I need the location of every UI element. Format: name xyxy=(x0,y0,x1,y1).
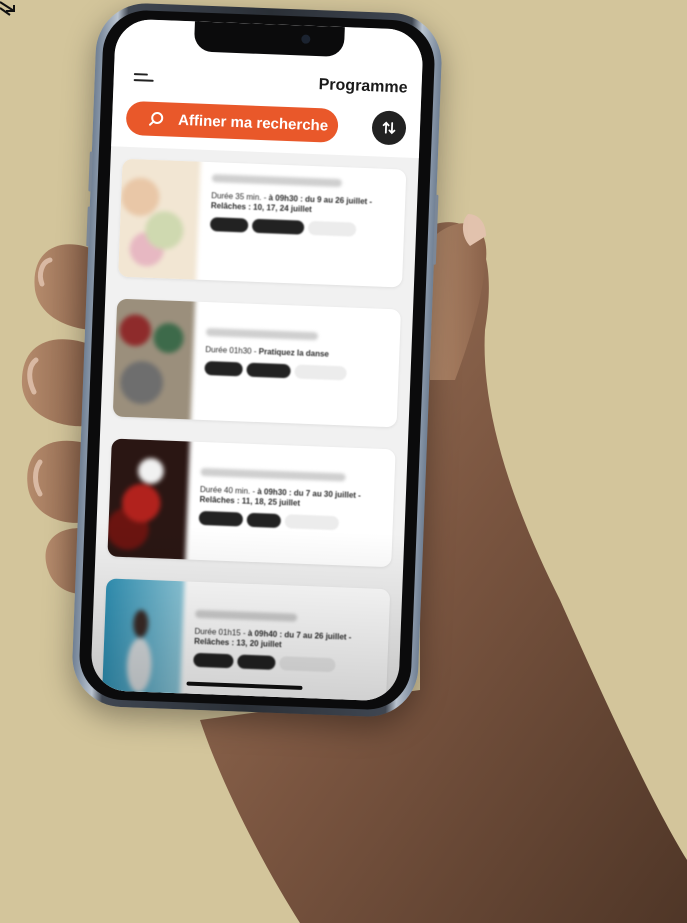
event-tag[interactable] xyxy=(307,220,357,237)
event-card-body: Durée 35 min. - à 09h30 : du 9 au 26 jui… xyxy=(196,162,406,288)
camera-icon xyxy=(301,34,311,44)
phone-notch xyxy=(193,21,345,58)
event-tag[interactable] xyxy=(198,510,244,527)
event-meta: Durée 01h30 - Pratiquez la danse xyxy=(205,345,330,359)
event-tag[interactable] xyxy=(251,218,305,235)
event-title-redacted xyxy=(195,609,298,622)
phone-device: Programme Affiner ma recherche Durée 35 … xyxy=(70,1,444,719)
event-tag[interactable] xyxy=(246,512,282,529)
event-tags xyxy=(209,217,396,238)
search-icon xyxy=(148,111,164,126)
refine-search-button[interactable]: Affiner ma recherche xyxy=(125,100,339,143)
refine-search-label: Affiner ma recherche xyxy=(177,111,329,135)
event-tag[interactable] xyxy=(246,362,291,379)
event-tags xyxy=(193,652,379,674)
event-tag[interactable] xyxy=(284,514,340,531)
event-card-body: Durée 01h30 - Pratiquez la danse xyxy=(191,302,401,428)
event-tag[interactable] xyxy=(193,652,234,669)
event-tag[interactable] xyxy=(209,217,249,233)
event-thumbnail xyxy=(112,298,196,424)
phone-screen: Programme Affiner ma recherche Durée 35 … xyxy=(90,18,424,702)
event-tag[interactable] xyxy=(237,654,276,670)
event-meta: Durée 40 min. - à 09h30 : du 7 au 30 jui… xyxy=(199,484,361,508)
event-tags xyxy=(204,361,390,382)
event-card-body: Durée 40 min. - à 09h30 : du 7 au 30 jui… xyxy=(185,441,395,567)
event-tag[interactable] xyxy=(279,656,336,673)
event-card[interactable]: Durée 01h30 - Pratiquez la danse xyxy=(112,298,402,428)
sort-arrows-icon xyxy=(382,121,396,135)
event-tag[interactable] xyxy=(294,364,347,381)
event-meta: Durée 35 min. - à 09h30 : du 9 au 26 jui… xyxy=(210,191,373,214)
event-title-redacted xyxy=(200,467,346,482)
event-thumbnail xyxy=(107,438,191,564)
event-card[interactable]: Durée 40 min. - à 09h30 : du 7 au 30 jui… xyxy=(107,438,396,568)
menu-icon[interactable] xyxy=(133,73,154,88)
event-tag[interactable] xyxy=(204,361,243,377)
event-thumbnail xyxy=(101,578,185,702)
event-title-redacted xyxy=(205,328,318,341)
event-tags xyxy=(198,510,385,532)
event-meta: Durée 01h15 - à 09h40 : du 7 au 26 juill… xyxy=(193,626,352,650)
event-card[interactable]: Durée 35 min. - à 09h30 : du 9 au 26 jui… xyxy=(118,158,407,288)
sort-button[interactable] xyxy=(371,110,407,146)
event-thumbnail xyxy=(118,158,201,284)
event-title-redacted xyxy=(211,174,343,188)
event-list: Durée 35 min. - à 09h30 : du 9 au 26 jui… xyxy=(90,146,419,702)
page-title: Programme xyxy=(318,76,408,97)
